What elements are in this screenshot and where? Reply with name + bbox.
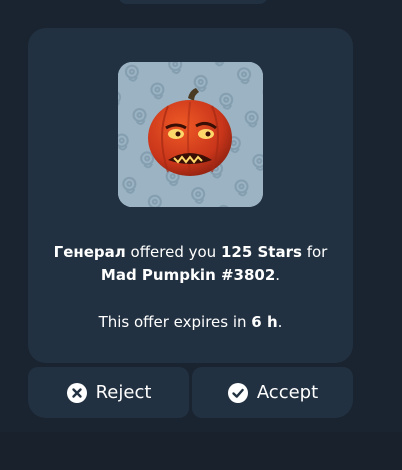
reject-button[interactable]: Reject [28, 367, 189, 418]
offered-text: offered you [125, 243, 221, 261]
accept-button[interactable]: Accept [192, 367, 353, 418]
gift-preview[interactable] [118, 62, 263, 207]
sender-name[interactable]: Генерал [54, 243, 126, 261]
offer-amount: 125 Stars [220, 243, 302, 261]
offer-message: Генерал offered you 125 Stars for Mad Pu… [28, 241, 353, 287]
mad-pumpkin-sticker [118, 62, 263, 207]
expires-suffix: . [277, 313, 283, 331]
close-circle-icon [66, 382, 88, 404]
for-text: for [301, 243, 328, 261]
reject-label: Reject [95, 382, 152, 403]
previous-message-bubble [118, 0, 268, 4]
check-circle-icon [227, 382, 249, 404]
gift-item-name: Mad Pumpkin #3802 [100, 266, 276, 284]
bottom-bar [0, 432, 402, 470]
expires-prefix: This offer expires in [98, 313, 252, 331]
offer-expiry: This offer expires in 6 h. [28, 311, 353, 334]
expires-value: 6 h [251, 313, 278, 331]
gift-offer-card: Генерал offered you 125 Stars for Mad Pu… [28, 28, 353, 363]
item-suffix: . [275, 266, 281, 284]
accept-label: Accept [256, 382, 319, 403]
